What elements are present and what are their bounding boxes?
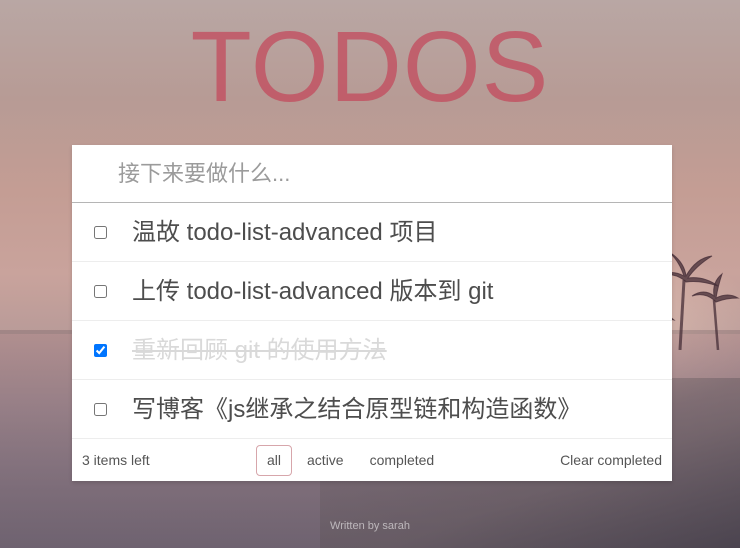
items-left-count: 3 items left [82, 452, 150, 468]
todo-label[interactable]: 温故 todo-list-advanced 项目 [132, 203, 437, 262]
app-title: TODOS [190, 11, 550, 123]
todo-toggle-checkbox[interactable] [94, 285, 107, 298]
todo-item: 温故 todo-list-advanced 项目 [72, 203, 672, 262]
todo-toggle-checkbox[interactable] [94, 403, 107, 416]
todo-item: 写博客《js继承之结合原型链和构造函数》 [72, 380, 672, 439]
credit-text: Written by sarah [330, 520, 410, 532]
todo-toggle-checkbox[interactable] [94, 226, 107, 239]
new-todo-input[interactable] [72, 145, 672, 203]
todo-toggle-checkbox[interactable] [94, 344, 107, 357]
todo-label[interactable]: 重新回顾 git 的使用方法 [132, 321, 387, 380]
todo-footer: 3 items left all active completed Clear … [72, 439, 672, 481]
clear-completed-button[interactable]: Clear completed [560, 452, 662, 468]
filter-completed[interactable]: completed [359, 445, 446, 476]
todo-app-card: 温故 todo-list-advanced 项目 上传 todo-list-ad… [72, 145, 672, 481]
filter-tabs: all active completed [256, 445, 449, 476]
todo-item: 上传 todo-list-advanced 版本到 git [72, 262, 672, 321]
todo-list: 温故 todo-list-advanced 项目 上传 todo-list-ad… [72, 203, 672, 439]
todo-item-completed: 重新回顾 git 的使用方法 [72, 321, 672, 380]
todo-label[interactable]: 上传 todo-list-advanced 版本到 git [132, 262, 493, 321]
filter-active[interactable]: active [296, 445, 355, 476]
filter-all[interactable]: all [256, 445, 293, 476]
todo-label[interactable]: 写博客《js继承之结合原型链和构造函数》 [132, 380, 581, 439]
